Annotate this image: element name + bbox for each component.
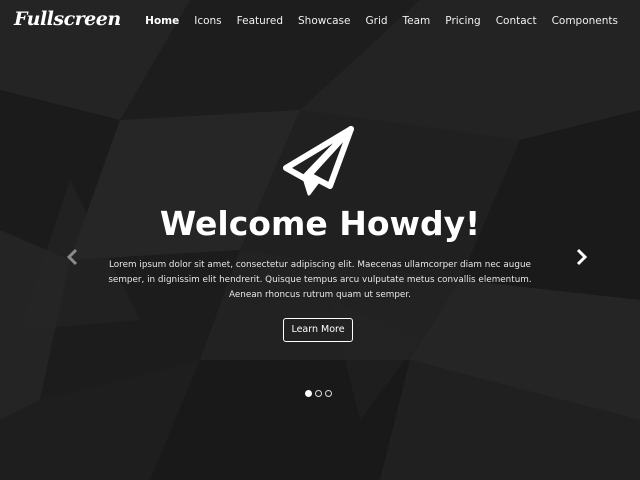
nav-item-team[interactable]: Team [403, 15, 431, 27]
carousel-prev-button[interactable] [64, 247, 82, 267]
carousel-next-button[interactable] [572, 247, 590, 267]
chevron-right-icon [576, 248, 588, 266]
nav-item-showcase[interactable]: Showcase [298, 15, 350, 27]
paper-plane-icon [283, 126, 354, 196]
nav-item-components[interactable]: Components [552, 15, 618, 27]
hero-title: Welcome Howdy! [159, 204, 481, 243]
nav-item-featured[interactable]: Featured [237, 15, 283, 27]
learn-more-button[interactable]: Learn More [283, 318, 353, 342]
nav-item-icons[interactable]: Icons [194, 15, 221, 27]
nav-links: Home Icons Featured Showcase Grid Team P… [145, 15, 618, 27]
nav-item-pricing[interactable]: Pricing [445, 15, 480, 27]
hero-section: Fullscreen Home Icons Featured Showcase … [0, 0, 640, 480]
carousel-indicators [305, 390, 332, 397]
carousel-dot-1[interactable] [305, 390, 312, 397]
carousel-dot-3[interactable] [325, 390, 332, 397]
top-navbar: Fullscreen Home Icons Featured Showcase … [0, 0, 640, 44]
hero-text: Lorem ipsum dolor sit amet, consectetur … [108, 260, 532, 300]
chevron-left-icon [66, 248, 78, 266]
nav-item-home[interactable]: Home [145, 15, 179, 27]
nav-item-grid[interactable]: Grid [365, 15, 387, 27]
carousel-dot-2[interactable] [315, 390, 322, 397]
nav-item-contact[interactable]: Contact [496, 15, 537, 27]
brand-logo[interactable]: Fullscreen [14, 8, 121, 30]
